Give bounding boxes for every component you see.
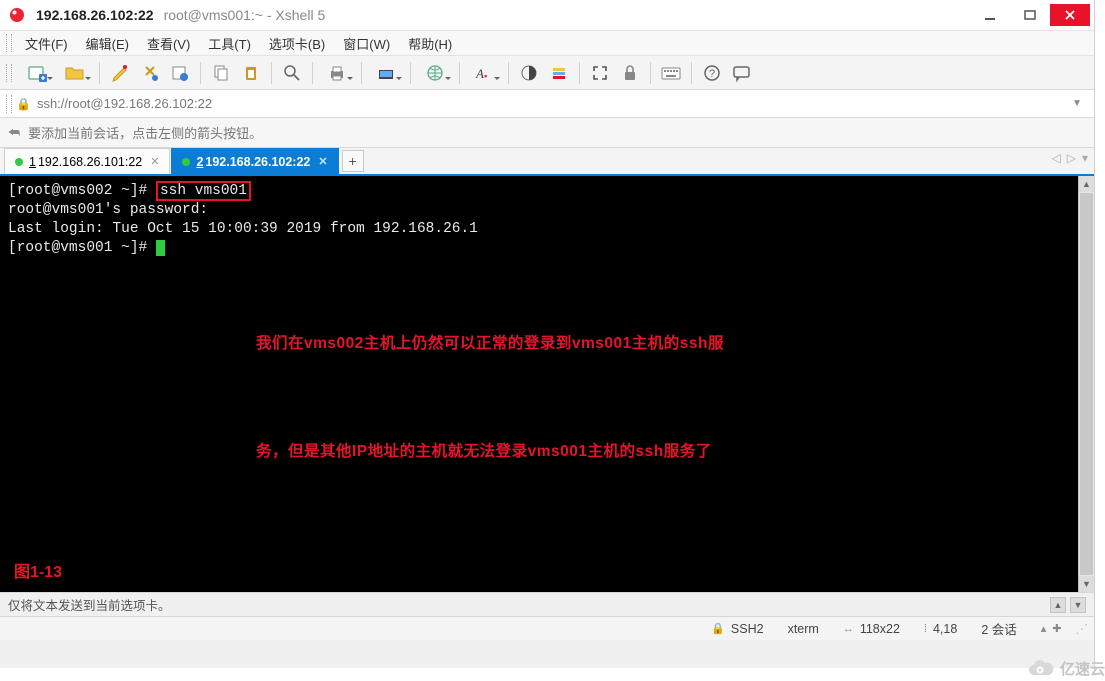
watermark: 亿速云 [1026, 658, 1105, 679]
hint-bar: ⮪ 要添加当前会话，点击左侧的箭头按钮。 [0, 118, 1094, 148]
tab2-index: 2 [196, 155, 203, 169]
maximize-button[interactable] [1010, 4, 1050, 26]
print-button[interactable] [320, 60, 354, 86]
status-termtype: xterm [788, 622, 819, 636]
status-dot-icon [15, 158, 23, 166]
title-session: root@vms001:~ - Xshell 5 [164, 7, 326, 23]
address-handle-icon[interactable] [6, 95, 12, 113]
annotation-overlay: 我们在vms002主机上仍然可以正常的登录到vms001主机的ssh服 务，但是… [256, 254, 724, 542]
chevron-up-icon[interactable]: ▴ [1041, 622, 1047, 635]
menu-help[interactable]: 帮助(H) [399, 31, 461, 56]
tab-next-icon[interactable]: ▷ [1065, 151, 1078, 165]
menu-view[interactable]: 查看(V) [138, 31, 199, 56]
size-icon: ↔ [843, 623, 854, 635]
term-prompt-1: [root@vms002 ~]# [8, 183, 156, 199]
tab-session-1[interactable]: 1 192.168.26.101:22 ✕ [4, 148, 170, 174]
address-bar: 🔒 ssh://root@192.168.26.102:22 ▼ [0, 90, 1094, 118]
cursor-pos-icon: ⁞ [924, 623, 927, 635]
menubar: 文件(F) 编辑(E) 查看(V) 工具(T) 选项卡(B) 窗口(W) 帮助(… [0, 30, 1094, 56]
color-scheme-button[interactable] [516, 60, 542, 86]
minimize-button[interactable] [970, 4, 1010, 26]
cursor-icon [156, 240, 165, 256]
lock-small-icon: 🔒 [711, 622, 725, 635]
term-line3: Last login: Tue Oct 15 10:00:39 2019 fro… [8, 221, 478, 237]
close-button[interactable] [1050, 4, 1090, 26]
watermark-text: 亿速云 [1060, 658, 1105, 679]
open-session-button[interactable] [58, 60, 92, 86]
address-dropdown-icon[interactable]: ▼ [1066, 98, 1088, 109]
hint-text: 要添加当前会话，点击左侧的箭头按钮。 [28, 123, 262, 142]
tab-nav: ◁ ▷ ▾ [1050, 151, 1091, 165]
status-cursor: 4,18 [933, 622, 957, 636]
status-scroll-down-icon[interactable]: ▼ [1070, 597, 1086, 613]
status-protocol: SSH2 [731, 622, 764, 636]
lock-icon: 🔒 [16, 97, 31, 111]
cloud-icon [1026, 659, 1056, 679]
tab2-label: 192.168.26.102:22 [205, 155, 310, 169]
plus-small-icon[interactable]: ✚ [1052, 622, 1061, 635]
status-sessions: 2 会话 [981, 619, 1016, 638]
resize-grip-icon[interactable]: ⋰ [1076, 621, 1087, 636]
hint-arrow-icon[interactable]: ⮪ [8, 125, 20, 141]
encoding-button[interactable] [418, 60, 452, 86]
fullscreen-button[interactable] [587, 60, 613, 86]
annotation-line1: 我们在vms002主机上仍然可以正常的登录到vms001主机的ssh服 [256, 326, 724, 362]
status-bar-local: 仅将文本发送到当前选项卡。 ▲ ▼ [0, 592, 1094, 616]
titlebar: 192.168.26.102:22 root@vms001:~ - Xshell… [0, 0, 1094, 30]
lock-button[interactable] [617, 60, 643, 86]
term-prompt-2: [root@vms001 ~]# [8, 240, 156, 256]
compose-button[interactable] [107, 60, 133, 86]
keyboard-button[interactable] [658, 60, 684, 86]
new-session-button[interactable] [20, 60, 54, 86]
feedback-button[interactable] [729, 60, 755, 86]
status-bar-remote: 🔒 SSH2 xterm ↔ 118x22 ⁞ 4,18 2 会话 ▴ ✚ ⋰ [0, 616, 1094, 640]
scroll-down-icon[interactable]: ▼ [1079, 576, 1094, 592]
svg-text:▪: ▪ [484, 71, 487, 81]
paste-button[interactable] [238, 60, 264, 86]
term-line2: root@vms001's password: [8, 202, 208, 218]
tab-list-icon[interactable]: ▾ [1080, 151, 1090, 165]
status-local-text: 仅将文本发送到当前选项卡。 [8, 595, 171, 614]
tab-session-2[interactable]: 2 192.168.26.102:22 ✕ [171, 148, 338, 174]
scroll-up-icon[interactable]: ▲ [1079, 176, 1094, 192]
svg-text:A: A [475, 66, 484, 81]
terminal-scrollbar[interactable]: ▲ ▼ [1078, 176, 1094, 592]
terminal-area: [root@vms002 ~]# ssh vms001 root@vms001'… [0, 176, 1094, 592]
tab1-label: 192.168.26.101:22 [38, 155, 142, 169]
svg-text:?: ? [709, 68, 715, 80]
status-scroll-up-icon[interactable]: ▲ [1050, 597, 1066, 613]
add-tab-button[interactable]: + [342, 150, 364, 172]
annotation-line2: 务，但是其他IP地址的主机就无法登录vms001主机的ssh服务了 [256, 434, 724, 470]
tab2-close-icon[interactable]: ✕ [318, 155, 327, 168]
terminal[interactable]: [root@vms002 ~]# ssh vms001 root@vms001'… [0, 176, 1078, 592]
font-button[interactable]: A▪ [467, 60, 501, 86]
tab-prev-icon[interactable]: ◁ [1050, 151, 1063, 165]
figure-label: 图1-13 [14, 563, 62, 582]
find-button[interactable] [279, 60, 305, 86]
menu-file[interactable]: 文件(F) [16, 31, 77, 56]
menu-tools[interactable]: 工具(T) [199, 31, 260, 56]
reconnect-button[interactable] [137, 60, 163, 86]
term-command-highlighted: ssh vms001 [156, 181, 251, 201]
toolbar-handle-icon[interactable] [6, 64, 12, 82]
help-button[interactable]: ? [699, 60, 725, 86]
highlight-button[interactable] [546, 60, 572, 86]
menu-edit[interactable]: 编辑(E) [77, 31, 138, 56]
title-host: 192.168.26.102:22 [36, 7, 154, 23]
app-icon [8, 6, 26, 24]
status-dot-icon [182, 158, 190, 166]
tab1-close-icon[interactable]: ✕ [150, 155, 159, 168]
address-url[interactable]: ssh://root@192.168.26.102:22 [37, 96, 1066, 111]
menu-window[interactable]: 窗口(W) [334, 31, 399, 56]
scroll-thumb[interactable] [1080, 193, 1093, 575]
menu-tabs[interactable]: 选项卡(B) [260, 31, 334, 56]
copy-button[interactable] [208, 60, 234, 86]
toolbar: A▪ ? [0, 56, 1094, 90]
status-size: 118x22 [860, 622, 900, 636]
tab1-index: 1 [29, 155, 36, 169]
tab-bar: 1 192.168.26.101:22 ✕ 2 192.168.26.102:2… [0, 148, 1094, 176]
properties-button[interactable] [167, 60, 193, 86]
file-transfer-button[interactable] [369, 60, 403, 86]
menu-handle-icon[interactable] [6, 34, 12, 52]
